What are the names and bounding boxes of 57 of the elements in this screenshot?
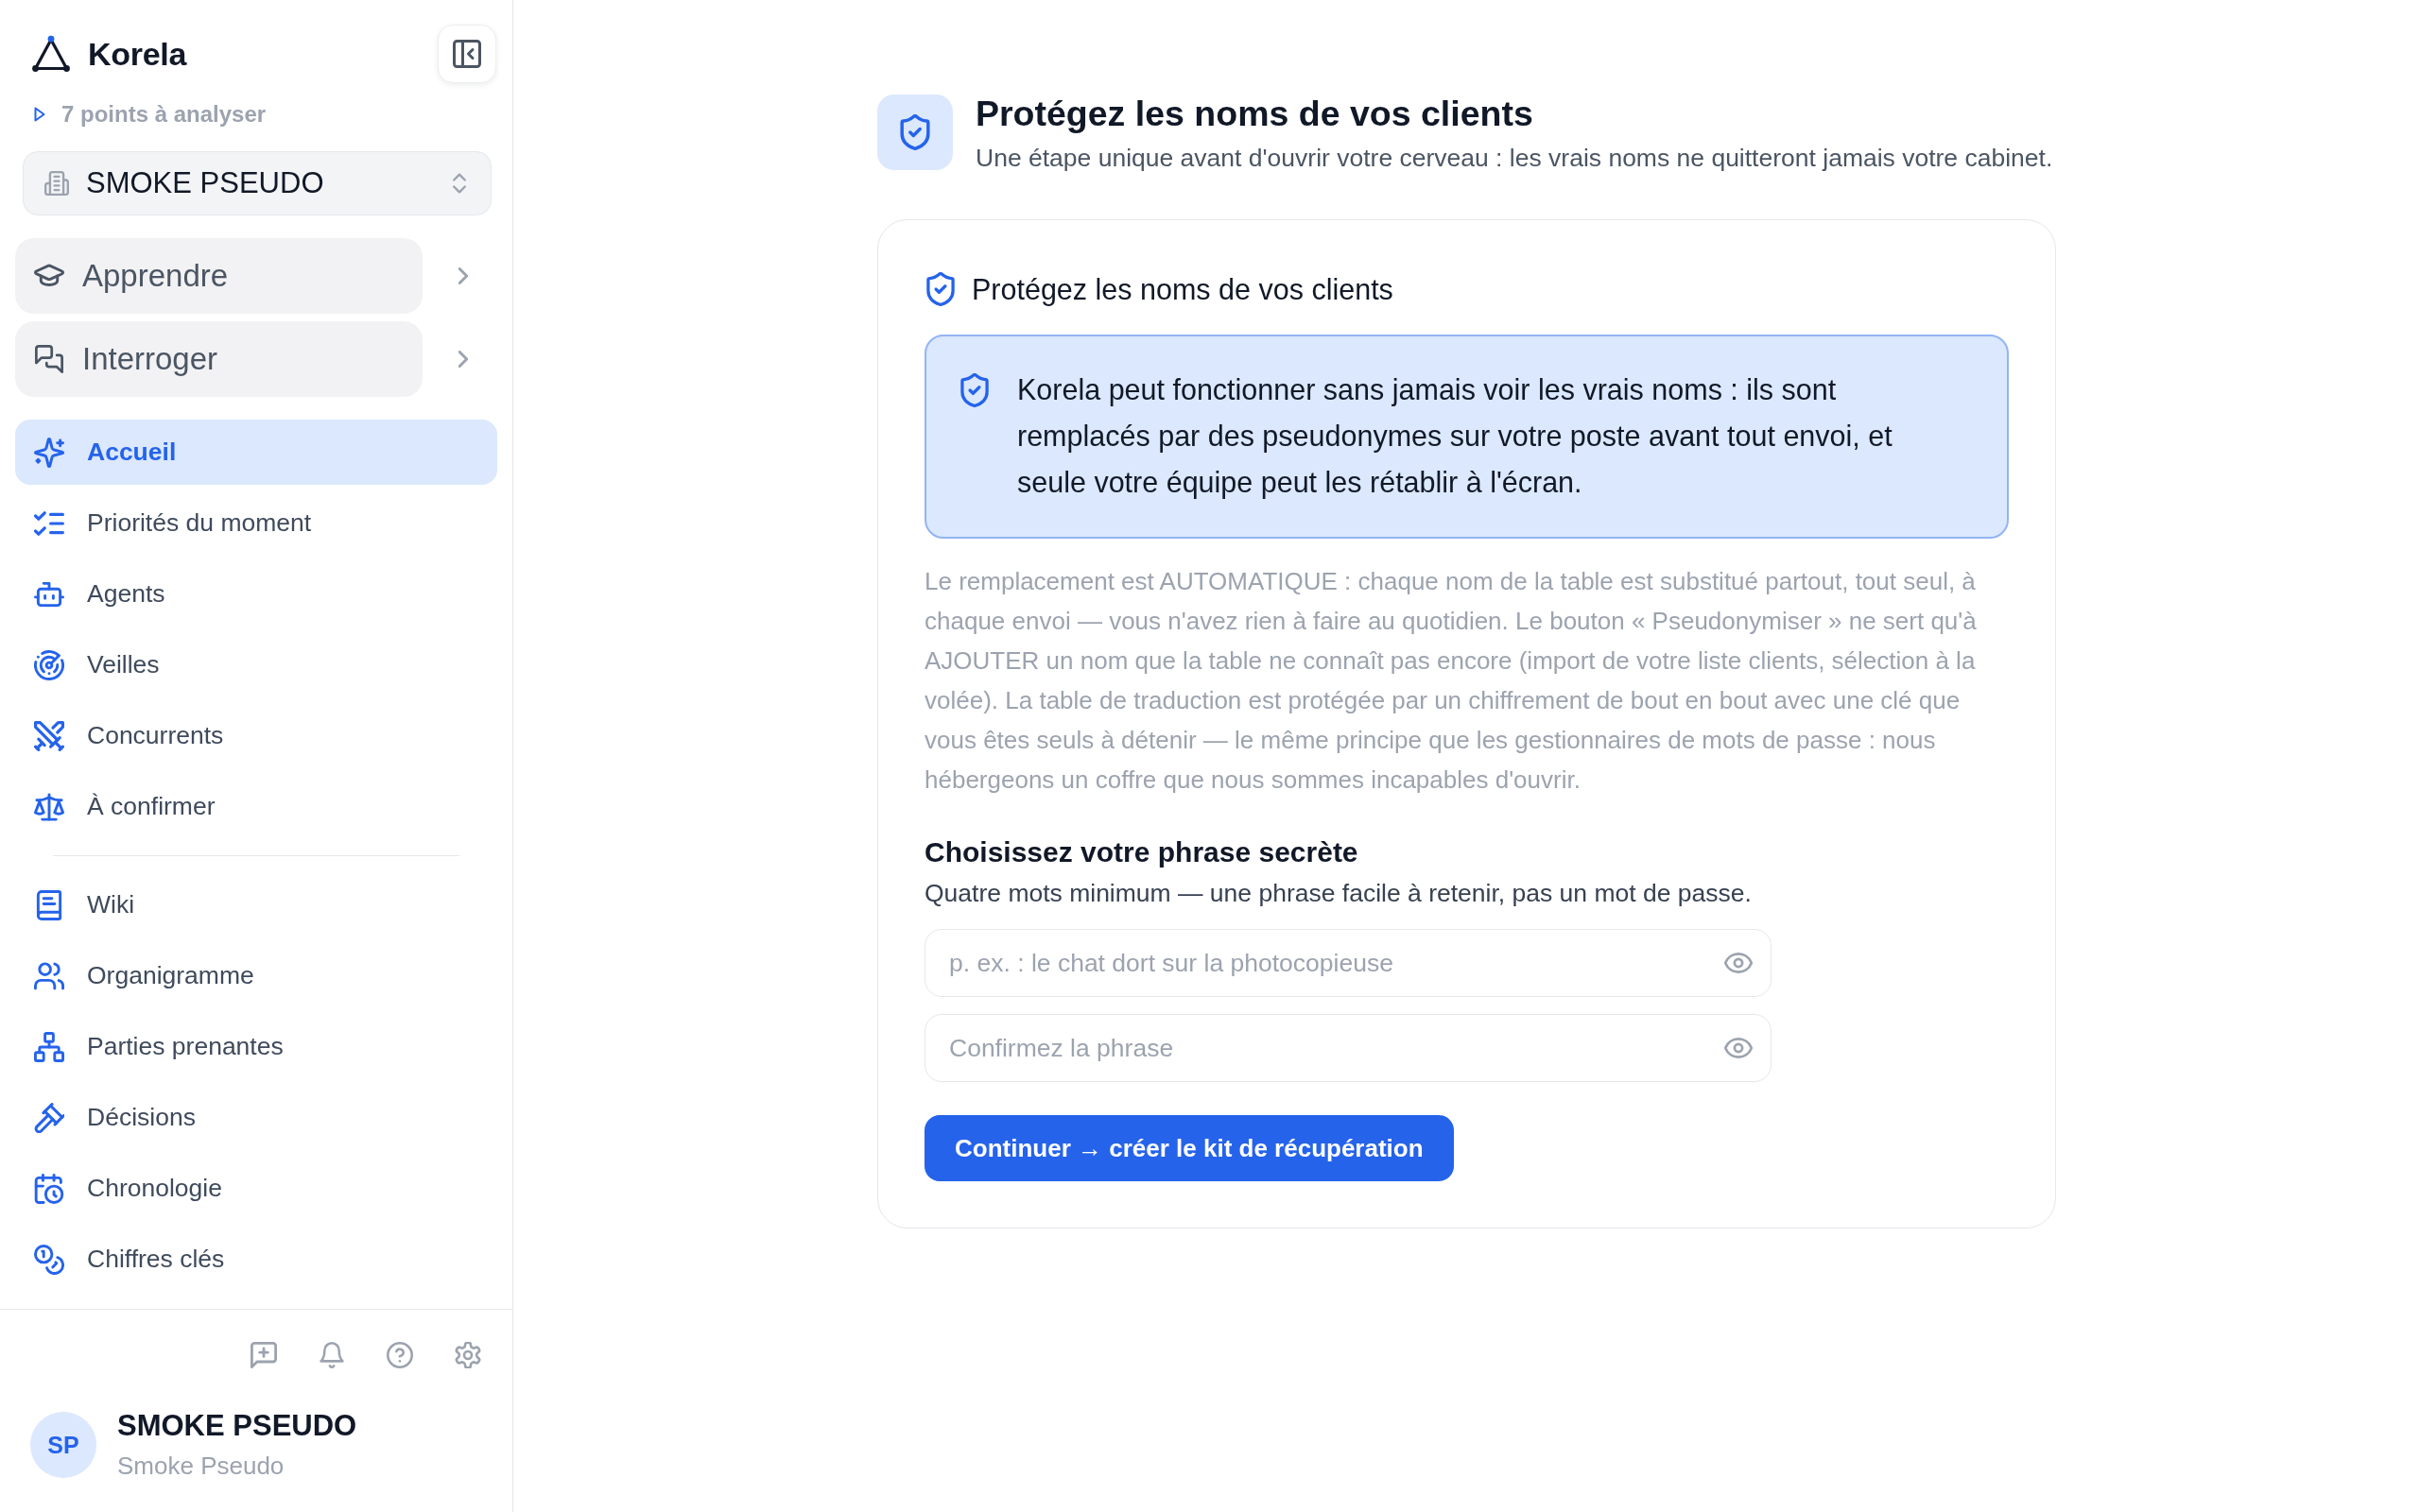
section-button[interactable]: Apprendre xyxy=(15,238,423,314)
brand-name: Korela xyxy=(88,35,187,73)
nav-item[interactable]: Accueil xyxy=(15,420,497,485)
passphrase-field[interactable]: p. ex. : le chat dort sur la photocopieuse xyxy=(925,929,1772,997)
page-title: Protégez les noms de vos clients xyxy=(976,93,1534,134)
chevron-right-icon[interactable] xyxy=(458,267,468,284)
page-subtitle: Une étape unique avant d'ouvrir votre cerveau : les vrais noms ne quitteront jamais votre cabinet. xyxy=(976,143,2053,174)
collapse-sidebar-button[interactable] xyxy=(438,25,496,83)
people-icon xyxy=(34,960,64,991)
hierarchy-icon xyxy=(34,1031,64,1062)
passphrase-field[interactable]: Confirmez la phrase xyxy=(925,1014,1772,1082)
nav-item[interactable]: Chiffres clés xyxy=(15,1227,497,1292)
help-icon[interactable] xyxy=(387,1342,413,1368)
nav-item[interactable]: Wiki xyxy=(15,872,497,937)
nav-item[interactable]: À confirmer xyxy=(15,774,497,839)
section-hint: Quatre mots minimum — une phrase facile à retenir, pas un mot de passe. xyxy=(925,878,1753,909)
eye-icon[interactable] xyxy=(1724,953,1753,973)
section-button[interactable]: Interroger xyxy=(15,321,423,397)
shield-check-icon xyxy=(877,94,953,170)
workspace-selector[interactable]: SMOKE PSEUDO xyxy=(23,151,492,215)
settings-icon[interactable] xyxy=(455,1342,481,1368)
coins-icon xyxy=(34,1244,64,1275)
sparkles-icon xyxy=(34,437,64,468)
chevron-right-icon[interactable] xyxy=(458,351,468,368)
play-icon xyxy=(34,107,45,122)
calendar-clock-icon xyxy=(34,1173,64,1204)
nav-item[interactable]: Décisions xyxy=(15,1085,497,1150)
eye-icon[interactable] xyxy=(1724,1038,1753,1058)
message-plus-icon[interactable] xyxy=(251,1342,277,1368)
up-down-chevron-icon xyxy=(453,173,466,194)
card-title: Protégez les noms de vos clients xyxy=(972,272,1393,306)
nav-item[interactable]: Parties prenantes xyxy=(15,1014,497,1079)
scale-icon xyxy=(34,791,64,822)
shield-check-icon xyxy=(926,272,955,306)
radar-icon xyxy=(34,649,64,680)
nav-item[interactable]: Priorités du moment xyxy=(15,490,497,556)
user-name: SMOKE PSEUDO xyxy=(117,1408,357,1444)
book-icon xyxy=(34,889,64,920)
crossed-swords-icon xyxy=(34,720,64,751)
shield-check-icon xyxy=(960,373,989,407)
gavel-icon xyxy=(34,1102,64,1133)
user-subtitle: Smoke Pseudo xyxy=(117,1451,285,1482)
nav-item[interactable]: Agents xyxy=(15,561,497,627)
description-text: Le remplacement est AUTOMATIQUE : chaque nom de la table est substitué partout, tout seul, à chaque envoi — vous n'avez rien à faire au quotidien. Le bouton « Pseudonymiser » ne sert qu'à AJOUTER un nom que la table ne connaît pas encore (import de votre liste clients, sélection à la volée). La table de traduction est protégée par un chiffrement de bout en bout avec une clé que vous êtes seuls à détenir — le même principe que les gestionnaires de mots de passe : nous hébergeons un coffre que nous sommes incapables d'ouvrir. xyxy=(925,566,1978,796)
section-title: Choisissez votre phrase secrète xyxy=(925,835,1359,869)
continue-button[interactable]: Continuer → créer le kit de récupération xyxy=(925,1115,1454,1181)
triangle-logo-icon xyxy=(31,35,71,73)
nav-item[interactable]: Chronologie xyxy=(15,1156,497,1221)
building-icon xyxy=(44,171,69,196)
notice-text: Korela peut fonctionner sans jamais voir les vrais noms : ils sont remplacés par des pseudonymes sur votre poste avant tout envoi, et seule votre équipe peut les rétablir à l'écran. xyxy=(1017,372,1893,501)
nav-item[interactable]: Veilles xyxy=(15,632,497,697)
chat-bubbles-icon xyxy=(34,345,64,373)
nav-item[interactable]: Concurrents xyxy=(15,703,497,768)
sidebar-panel-icon xyxy=(453,40,481,68)
bell-icon[interactable] xyxy=(319,1342,345,1368)
user-avatar: SP xyxy=(30,1412,96,1478)
nav-item[interactable]: Organigramme xyxy=(15,943,497,1008)
